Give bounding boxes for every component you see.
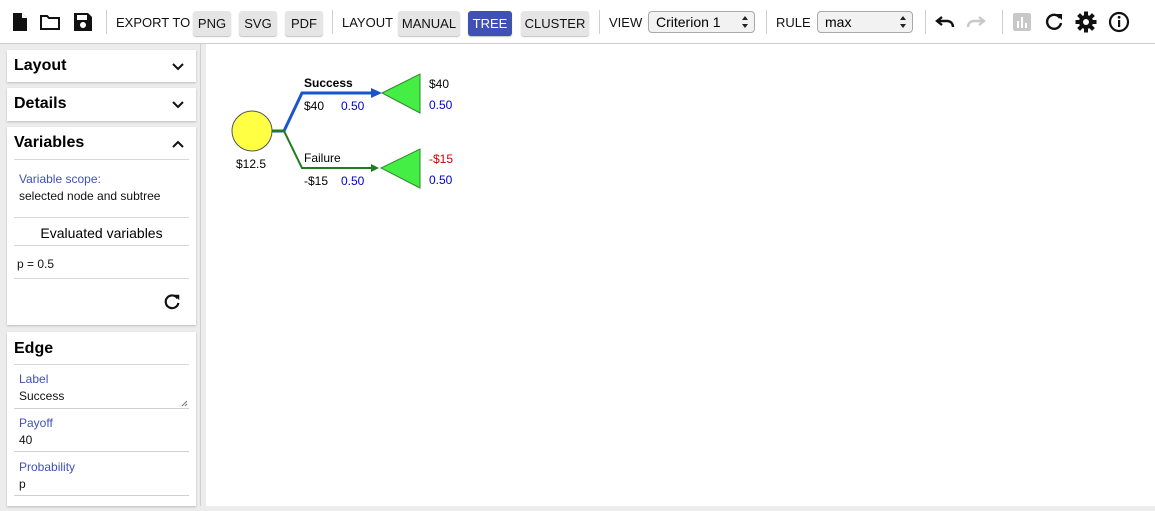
export-label: EXPORT TO — [116, 15, 191, 30]
toolbar-divider — [106, 10, 107, 34]
select-arrows-icon — [900, 16, 906, 28]
edge-payoff-input[interactable]: 40 — [19, 433, 32, 447]
evaluated-variables-header: Evaluated variables — [40, 225, 163, 241]
refresh-icon[interactable] — [1043, 11, 1065, 33]
terminal-failure-payoff: -$15 — [429, 152, 453, 166]
gear-icon[interactable] — [1075, 11, 1097, 33]
toolbar-divider — [766, 10, 767, 34]
rule-select[interactable]: max — [817, 11, 913, 33]
edge-probability-caption: Probability — [19, 460, 76, 474]
save-icon[interactable] — [72, 11, 94, 33]
edge-label-input[interactable]: Success — [19, 389, 64, 403]
terminal-failure-probability: 0.50 — [429, 173, 453, 187]
edge-failure-label[interactable]: Failure — [304, 151, 341, 165]
variable-scope-label: Variable scope: — [19, 172, 101, 186]
edge-label-caption: Label — [19, 372, 49, 386]
variables-panel-title: Variables — [14, 134, 85, 151]
folder-open-icon[interactable] — [39, 11, 61, 33]
edge-success-payoff: $40 — [304, 99, 324, 113]
edge-label-field[interactable]: Label Success — [14, 368, 189, 409]
toolbar-divider — [599, 10, 600, 34]
rule-select-value: max — [825, 14, 852, 30]
divider — [14, 217, 189, 218]
terminal-node-success[interactable] — [380, 73, 421, 114]
layout-label: LAYOUT — [342, 15, 394, 30]
info-icon[interactable] — [1108, 11, 1130, 33]
layout-panel[interactable]: Layout — [7, 50, 196, 82]
terminal-success-probability: 0.50 — [429, 98, 453, 112]
edge-panel-title: Edge — [14, 340, 54, 357]
details-panel-title: Details — [14, 95, 67, 112]
chance-node[interactable] — [231, 110, 273, 152]
toolbar-divider — [332, 10, 333, 34]
recompute-variables-icon[interactable] — [162, 292, 182, 312]
variables-panel: Variables Variable scope: selected node … — [7, 127, 196, 325]
chevron-up-icon[interactable] — [172, 139, 184, 149]
edge-payoff-caption: Payoff — [19, 416, 53, 430]
edge-panel: Edge Label Success Payoff 40 Probability… — [7, 332, 196, 506]
view-label: VIEW — [609, 15, 643, 30]
edge-success-probability: 0.50 — [341, 99, 365, 113]
terminal-success-payoff: $40 — [429, 77, 449, 91]
layout-cluster-button[interactable]: CLUSTER — [521, 11, 589, 36]
edge-payoff-field[interactable]: Payoff 40 — [14, 412, 189, 452]
divider — [14, 159, 189, 160]
layout-tree-button[interactable]: TREE — [468, 11, 512, 36]
edge-success-label[interactable]: Success — [304, 76, 353, 90]
toolbar-divider — [925, 10, 926, 34]
edge-probability-field[interactable]: Probability p — [14, 456, 189, 496]
edge-probability-input[interactable]: p — [19, 477, 26, 491]
resize-handle-icon[interactable] — [181, 400, 188, 407]
chevron-down-icon[interactable] — [172, 62, 184, 72]
layout-panel-title: Layout — [14, 57, 67, 74]
layout-manual-button[interactable]: MANUAL — [398, 11, 460, 36]
view-select-value: Criterion 1 — [656, 14, 721, 30]
new-file-icon[interactable] — [9, 11, 31, 33]
decision-tree[interactable]: $12.5 Success $40 0.50 $40 0.50 Failure … — [206, 44, 1155, 506]
toolbar-divider — [1002, 10, 1003, 34]
undo-icon[interactable] — [934, 11, 956, 33]
tree-canvas[interactable]: $12.5 Success $40 0.50 $40 0.50 Failure … — [206, 44, 1155, 506]
redo-icon[interactable] — [965, 11, 987, 33]
chevron-down-icon[interactable] — [172, 100, 184, 110]
edge-arrow-icon — [371, 88, 382, 98]
rule-label: RULE — [776, 15, 811, 30]
export-pdf-button[interactable]: PDF — [285, 11, 323, 36]
export-png-button[interactable]: PNG — [193, 11, 231, 36]
details-panel[interactable]: Details — [7, 88, 196, 121]
variable-scope-value: selected node and subtree — [19, 189, 161, 203]
sidebar: Layout Details Variables Variable scope:… — [0, 44, 201, 506]
select-arrows-icon — [742, 16, 748, 28]
export-svg-button[interactable]: SVG — [239, 11, 277, 36]
terminal-node-failure[interactable] — [379, 148, 421, 189]
view-select[interactable]: Criterion 1 — [648, 11, 755, 33]
chance-node-value: $12.5 — [236, 157, 266, 171]
edge-arrow-icon — [371, 164, 379, 172]
bar-chart-icon[interactable] — [1011, 11, 1033, 33]
evaluated-variable-item: p = 0.5 — [17, 257, 55, 271]
toolbar: EXPORT TO PNG SVG PDF LAYOUT MANUAL TREE… — [0, 0, 1155, 44]
divider — [14, 245, 189, 246]
divider — [14, 278, 189, 279]
edge-failure-payoff: -$15 — [304, 174, 328, 188]
edge-failure-probability: 0.50 — [341, 174, 365, 188]
divider — [14, 364, 189, 365]
